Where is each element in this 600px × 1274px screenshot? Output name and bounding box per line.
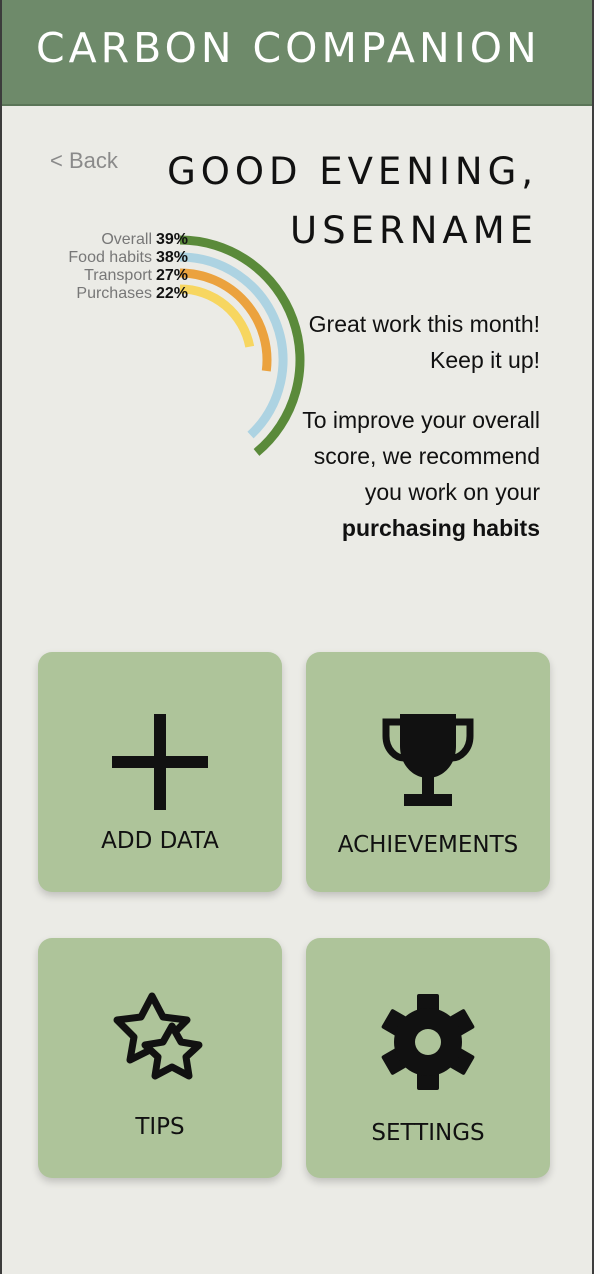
- add-data-tile[interactable]: ADD DATA: [38, 652, 282, 892]
- tips-tile[interactable]: TIPS: [38, 938, 282, 1178]
- plus-icon: [38, 712, 282, 812]
- legend-value: 39%: [156, 231, 188, 248]
- legend-value: 22%: [156, 285, 188, 302]
- settings-label: SETTINGS: [371, 1120, 485, 1146]
- recommendation-focus: purchasing habits: [341, 515, 540, 541]
- app-screen: CARBON COMPANION < Back GOOD EVENING, US…: [0, 0, 594, 1274]
- gear-icon: [306, 992, 550, 1092]
- recommendation-message: To improve your overall score, we recomm…: [280, 402, 540, 546]
- legend-label: Food habits: [68, 249, 152, 266]
- greeting-line-1: GOOD EVENING,: [167, 150, 538, 193]
- app-title: CARBON COMPANION: [36, 24, 541, 72]
- recommendation-text: To improve your overall score, we recomm…: [302, 407, 540, 505]
- trophy-icon: [306, 710, 550, 810]
- achievements-label: ACHIEVEMENTS: [337, 832, 519, 858]
- legend-value: 38%: [156, 249, 188, 266]
- add-data-label: ADD DATA: [101, 828, 219, 854]
- legend-label: Overall: [101, 231, 152, 248]
- settings-tile[interactable]: SETTINGS: [306, 938, 550, 1178]
- legend-label: Transport: [84, 267, 152, 284]
- legend-label: Purchases: [76, 285, 152, 302]
- praise-message: Great work this month! Keep it up!: [308, 311, 540, 373]
- back-button[interactable]: < Back: [50, 148, 118, 174]
- achievements-tile[interactable]: ACHIEVEMENTS: [306, 652, 550, 892]
- legend-value: 27%: [156, 267, 188, 284]
- stars-icon: [38, 990, 282, 1094]
- tips-label: TIPS: [135, 1114, 185, 1140]
- app-header: CARBON COMPANION: [2, 0, 592, 106]
